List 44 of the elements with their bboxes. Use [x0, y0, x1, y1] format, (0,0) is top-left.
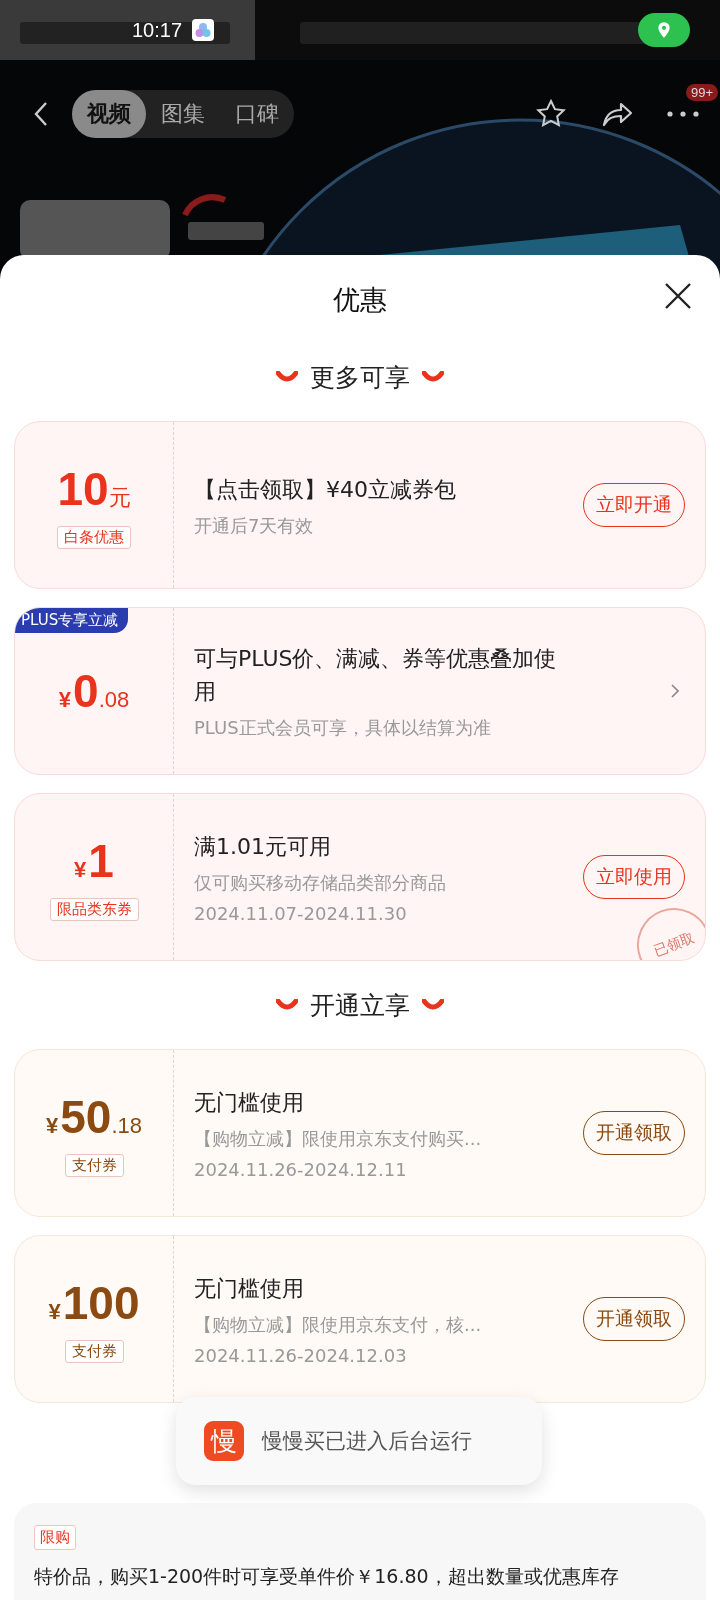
limit-text: 特价品，购买1-200件时可享受单件价￥16.80，超出数量或优惠库存 — [34, 1564, 619, 1589]
app-icon — [192, 19, 215, 41]
status-time: 10:17 — [132, 18, 183, 42]
coupon-detail: 【购物立减】限使用京东支付购买... — [194, 1127, 483, 1151]
media-tab[interactable]: 图集 — [146, 90, 220, 138]
coupon-detail: PLUS正式会员可享，具体以结算为准 — [194, 716, 492, 740]
coupon-tag: 支付券 — [64, 1153, 124, 1177]
coupon-detail: 2024.11.26-2024.12.11 — [194, 1159, 408, 1180]
coupon-detail: 开通后7天有效 — [194, 513, 315, 538]
coupon-title: 无门槛使用 — [194, 1275, 305, 1303]
coupon-amount: ¥1 — [74, 833, 114, 888]
coupon-amount: 10元 — [57, 461, 131, 516]
coupon-detail: 2024.11.07-2024.11.30 — [194, 903, 408, 924]
coupon-detail: 【购物立减】限使用京东支付，核... — [194, 1313, 483, 1337]
media-tab[interactable]: 视频 — [72, 90, 146, 138]
more-icon[interactable] — [666, 110, 700, 118]
star-icon[interactable] — [534, 98, 568, 130]
coupon-detail: 仅可购买移动存储品类部分商品 — [194, 871, 447, 895]
coupon-amount: ¥0.08 — [58, 664, 130, 718]
smile-icon — [276, 371, 298, 383]
media-tab[interactable]: 口碑 — [220, 90, 294, 138]
coupon-amount: ¥50.18 — [46, 1089, 142, 1144]
chevron-right-icon[interactable] — [671, 684, 679, 698]
toast-text: 慢慢买已进入后台运行 — [262, 1428, 472, 1455]
smile-icon — [422, 999, 444, 1011]
section-title: 更多可享 — [310, 361, 410, 394]
back-icon[interactable] — [34, 101, 48, 127]
app-icon: 慢 — [204, 1421, 244, 1461]
coupon-title: 【点击领取】¥40立减券包 — [194, 475, 457, 504]
coupon-tag: 白条优惠 — [57, 525, 131, 549]
coupon-title: 满1.01元可用 — [194, 833, 332, 861]
coupon-amount: ¥100 — [48, 1275, 140, 1330]
close-icon[interactable] — [664, 282, 692, 310]
coupon-tag: 支付券 — [64, 1339, 124, 1363]
coupon-detail: 2024.11.26-2024.12.03 — [194, 1345, 408, 1366]
coupon-title: 无门槛使用 — [194, 1089, 305, 1117]
coupon-tag: 限品类东券 — [49, 897, 139, 921]
limit-tag: 限购 — [34, 1525, 76, 1550]
plus-badge: PLUS专享立减 — [15, 608, 129, 633]
section-title: 开通立享 — [310, 989, 410, 1022]
coupon-title: 可与PLUS价、满减、券等优惠叠加使用 — [194, 645, 558, 706]
smile-icon — [422, 371, 444, 383]
sheet-title: 优惠 — [333, 283, 387, 317]
smile-icon — [276, 999, 298, 1011]
